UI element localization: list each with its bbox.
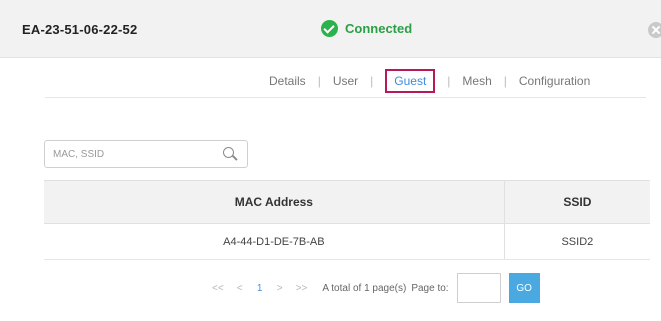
tab-mesh[interactable]: Mesh bbox=[462, 74, 491, 88]
page-total-text: A total of 1 page(s) bbox=[322, 282, 407, 294]
pagination: << < 1 > >> A total of 1 page(s) Page to… bbox=[207, 273, 540, 303]
prev-page-button[interactable]: < bbox=[231, 278, 249, 298]
tab-separator: | bbox=[447, 74, 451, 88]
device-header: EA-23-51-06-22-52 Connected bbox=[0, 0, 661, 58]
cell-mac: A4-44-D1-DE-7B-AB bbox=[44, 223, 505, 260]
check-circle-icon bbox=[321, 20, 338, 37]
close-icon[interactable] bbox=[648, 22, 661, 38]
last-page-button[interactable]: >> bbox=[291, 278, 313, 298]
table-header-row: MAC Address SSID bbox=[44, 180, 650, 224]
page-number-input[interactable] bbox=[456, 273, 501, 303]
tab-details[interactable]: Details bbox=[269, 74, 306, 88]
tab-bar: Details | User | Guest | Mesh | Configur… bbox=[269, 69, 590, 93]
tab-guest[interactable]: Guest bbox=[385, 69, 436, 93]
device-name: EA-23-51-06-22-52 bbox=[22, 22, 138, 37]
next-page-button[interactable]: > bbox=[271, 278, 289, 298]
status-text: Connected bbox=[345, 21, 413, 36]
column-header-mac[interactable]: MAC Address bbox=[44, 180, 505, 224]
tab-divider bbox=[45, 97, 646, 98]
cell-ssid: SSID2 bbox=[503, 223, 650, 260]
connection-status: Connected bbox=[321, 20, 412, 37]
tab-separator: | bbox=[503, 74, 507, 88]
tab-separator: | bbox=[317, 74, 321, 88]
tab-configuration[interactable]: Configuration bbox=[519, 74, 590, 88]
search-input[interactable] bbox=[53, 146, 213, 162]
tab-user[interactable]: User bbox=[333, 74, 358, 88]
table-row: A4-44-D1-DE-7B-AB SSID2 bbox=[44, 223, 650, 260]
search-icon[interactable] bbox=[223, 147, 234, 158]
page-1-button[interactable]: 1 bbox=[251, 278, 269, 298]
search-box bbox=[44, 140, 248, 168]
column-header-ssid[interactable]: SSID bbox=[503, 180, 650, 224]
page-to-label: Page to: bbox=[411, 282, 449, 294]
tab-separator: | bbox=[370, 74, 374, 88]
guest-table: MAC Address SSID A4-44-D1-DE-7B-AB SSID2 bbox=[44, 180, 650, 260]
go-button[interactable]: GO bbox=[508, 273, 540, 303]
first-page-button[interactable]: << bbox=[207, 278, 229, 298]
